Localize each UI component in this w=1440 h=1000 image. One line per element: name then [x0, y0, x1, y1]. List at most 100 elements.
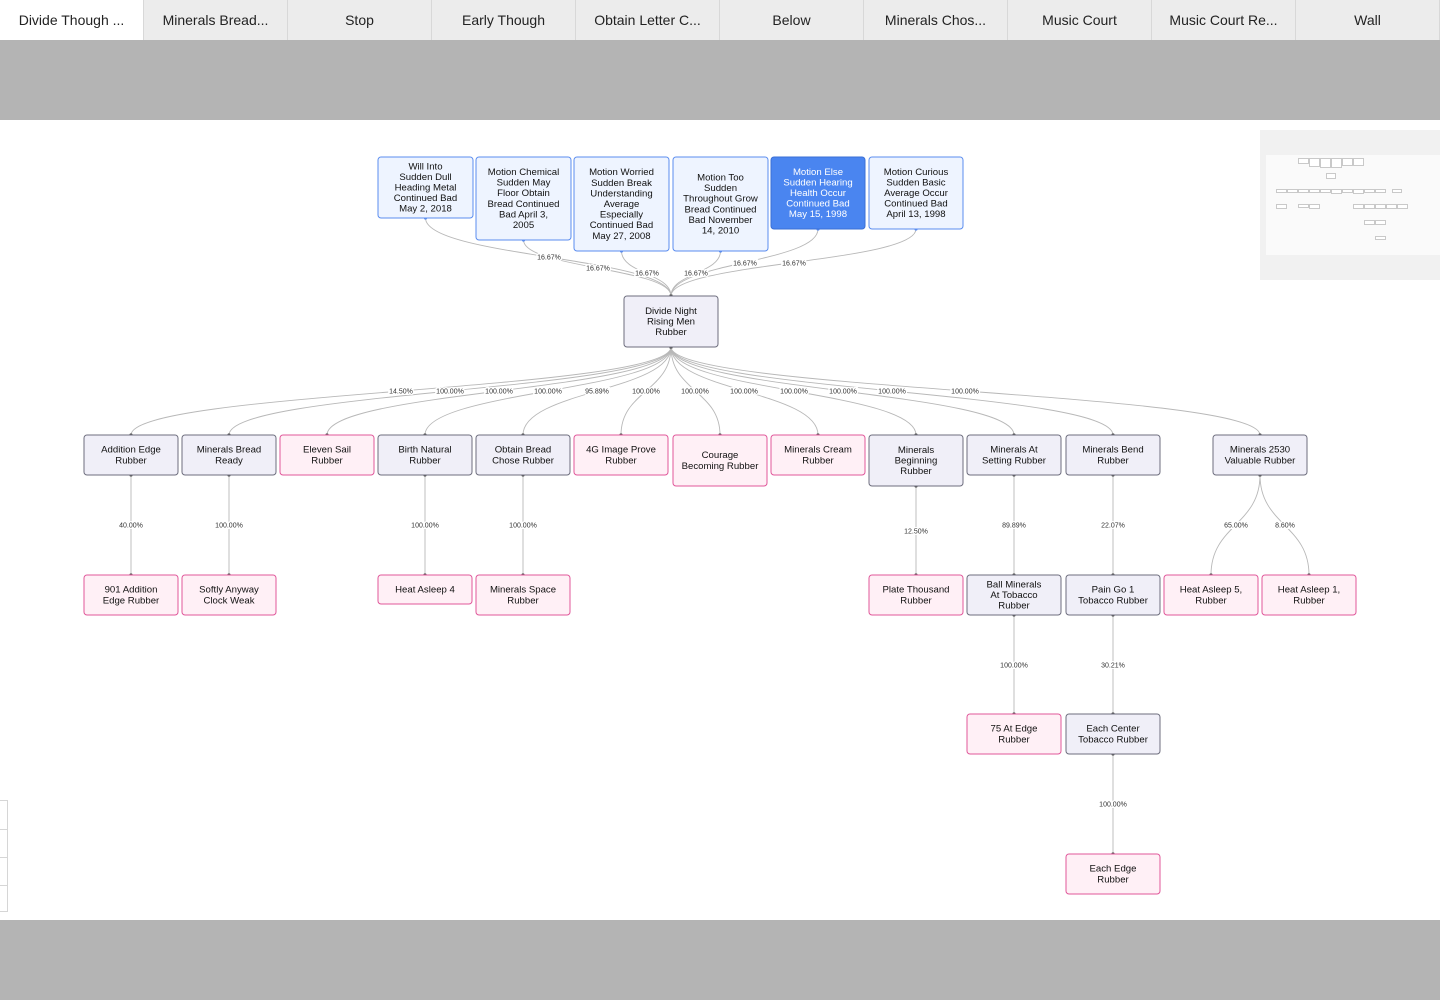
- node-4g-image-prove-rubber[interactable]: 4G Image Prove Rubber: [573, 434, 669, 476]
- tab-label: Music Court: [1042, 12, 1117, 28]
- tab-label: Stop: [345, 12, 374, 28]
- edge-label: 100.00%: [436, 389, 464, 396]
- node-motion-chemical-sudden-may-floor-obtain-bread-continued-bad-april-3-2005[interactable]: Motion Chemical Sudden May Floor Obtain Bre…: [475, 156, 572, 241]
- edge-p3-root: [621, 250, 672, 297]
- edge-label: 100.00%: [878, 389, 906, 396]
- node-divide-night-rising-men-rubber[interactable]: Divide Night Rising Men Rubber: [623, 295, 719, 348]
- tab-wall[interactable]: Wall: [1296, 0, 1440, 40]
- zoom-controls[interactable]: [0, 800, 8, 912]
- minimap[interactable]: [1260, 130, 1440, 280]
- edge-c12-g8: [1210, 474, 1261, 576]
- node-minerals-cream-rubber[interactable]: Minerals Cream Rubber: [770, 434, 866, 476]
- tab-obtain-letter[interactable]: Obtain Letter C...: [576, 0, 720, 40]
- node-label: 901 Addition Edge Rubber: [103, 585, 160, 607]
- node-ball-minerals-at-tobacco-rubber[interactable]: Ball Minerals At Tobacco Rubber: [966, 574, 1062, 616]
- node-motion-else-sudden-hearing-health-occur-continued-bad-may-15-1998[interactable]: Motion Else Sudden Hearing Health Occur Con…: [770, 156, 866, 230]
- edge-label: 100.00%: [215, 523, 243, 530]
- node-motion-worried-sudden-break-understanding-average-especially-continued-bad-may-27-2008[interactable]: Motion Worried Sudden Break Understanding A…: [573, 156, 670, 252]
- node-plate-thousand-rubber[interactable]: Plate Thousand Rubber: [868, 574, 964, 616]
- node-courage-becoming-rubber[interactable]: Courage Becoming Rubber: [672, 434, 768, 487]
- tab-minerals-chos[interactable]: Minerals Chos...: [864, 0, 1008, 40]
- tab-divide-though[interactable]: Divide Though ...: [0, 0, 144, 40]
- node-birth-natural-rubber[interactable]: Birth Natural Rubber: [377, 434, 473, 476]
- minimap-node: [1364, 220, 1375, 225]
- node-eleven-sail-rubber[interactable]: Eleven Sail Rubber: [279, 434, 375, 476]
- minimap-node: [1331, 188, 1342, 195]
- edge-label: 100.00%: [632, 389, 660, 396]
- node-motion-curious-sudden-basic-average-occur-continued-bad-april-13-1998[interactable]: Motion Curious Sudden Basic Average Occur C…: [868, 156, 964, 230]
- node-minerals-bread-ready[interactable]: Minerals Bread Ready: [181, 434, 277, 476]
- edge-label: 100.00%: [681, 389, 709, 396]
- minimap-node: [1309, 204, 1320, 209]
- tab-stop[interactable]: Stop: [288, 0, 432, 40]
- edge-label: 95.89%: [585, 389, 609, 396]
- tab-music-court-re[interactable]: Music Court Re...: [1152, 0, 1296, 40]
- node-minerals-space-rubber[interactable]: Minerals Space Rubber: [475, 574, 571, 616]
- edge-root-c2: [228, 346, 672, 436]
- edge-label: 14.50%: [389, 389, 413, 396]
- edge-root-c1: [130, 346, 672, 436]
- tab-below[interactable]: Below: [720, 0, 864, 40]
- minimap-node: [1287, 188, 1298, 194]
- minimap-node: [1298, 157, 1309, 165]
- node-each-center-tobacco-rubber[interactable]: Each Center Tobacco Rubber: [1065, 713, 1161, 755]
- flow-diagram: 16.67% 16.67% 16.67% 16.67% 16.67% 16.67% 14.5…: [83, 156, 1357, 895]
- tab-early-though[interactable]: Early Though: [432, 0, 576, 40]
- node-label: Softly Anyway Clock Weak: [199, 585, 259, 607]
- minimap-node: [1298, 204, 1309, 208]
- edge-label: 89.89%: [1002, 523, 1026, 530]
- minimap-node: [1342, 157, 1353, 166]
- tab-music-court[interactable]: Music Court: [1008, 0, 1152, 40]
- minimap-node: [1375, 204, 1386, 209]
- tab-label: Wall: [1354, 12, 1381, 28]
- node-addition-edge-rubber[interactable]: Addition Edge Rubber: [83, 434, 179, 476]
- tab-label: Below: [772, 12, 811, 28]
- edge-root-c6: [620, 346, 672, 436]
- edge-label: 100.00%: [730, 389, 758, 396]
- tab-bar: Divide Though ... Minerals Bread... Stop…: [0, 0, 1440, 40]
- node-softly-anyway-clock-weak[interactable]: Softly Anyway Clock Weak: [181, 574, 277, 616]
- edge-label: 22.07%: [1101, 523, 1125, 530]
- node-901-addition-edge-rubber[interactable]: 901 Addition Edge Rubber: [83, 574, 179, 616]
- node-label: Minerals 2530 Valuable Rubber: [1225, 445, 1297, 467]
- minimap-viewport: [1266, 155, 1440, 255]
- edge-label: 100.00%: [509, 523, 537, 530]
- edge-label: 100.00%: [951, 389, 979, 396]
- node-heat-asleep-4[interactable]: Heat Asleep 4: [377, 574, 473, 605]
- minimap-node: [1309, 157, 1320, 167]
- edge-root-c8: [670, 346, 819, 436]
- edge-root-c9: [670, 346, 917, 436]
- minimap-node: [1320, 188, 1331, 194]
- node-each-edge-rubber[interactable]: Each Edge Rubber: [1065, 853, 1161, 895]
- edge-label: 16.67%: [782, 261, 806, 268]
- node-will-into-sudden-dull-heading-metal-continued-bad-may-2-2018[interactable]: Will Into Sudden Dull Heading Metal Continu…: [377, 156, 474, 219]
- edge-label: 100.00%: [780, 389, 808, 396]
- edge-label: 65.00%: [1224, 523, 1248, 530]
- node-minerals-bend-rubber[interactable]: Minerals Bend Rubber: [1065, 434, 1161, 476]
- minimap-node: [1391, 188, 1403, 194]
- node-heat-asleep-5-rubber[interactable]: Heat Asleep 5, Rubber: [1163, 574, 1259, 616]
- edge-label: 12.50%: [904, 529, 928, 536]
- edge-label: 16.67%: [586, 266, 610, 273]
- node-75-at-edge-rubber[interactable]: 75 At Edge Rubber: [966, 713, 1062, 755]
- node-pain-go-1-tobacco-rubber[interactable]: Pain Go 1 Tobacco Rubber: [1065, 574, 1161, 616]
- bottom-band: [0, 920, 1440, 1000]
- tab-minerals-bread[interactable]: Minerals Bread...: [144, 0, 288, 40]
- node-minerals-beginning-rubber[interactable]: Minerals Beginning Rubber: [868, 434, 964, 487]
- node-minerals-2530-valuable-rubber[interactable]: Minerals 2530 Valuable Rubber: [1212, 434, 1308, 476]
- node-obtain-bread-chose-rubber[interactable]: Obtain Bread Chose Rubber: [475, 434, 571, 476]
- tab-label: Minerals Chos...: [884, 12, 987, 28]
- node-label: Each Center Tobacco Rubber: [1078, 724, 1149, 746]
- node-motion-too-sudden-throughout-grow-bread-continued-bad-november-14-2010[interactable]: Motion Too Sudden Throughout Grow Bread Con…: [672, 156, 769, 252]
- edge-root-c4: [424, 346, 672, 436]
- node-minerals-at-setting-rubber[interactable]: Minerals At Setting Rubber: [966, 434, 1062, 476]
- node-label: Minerals Beginning Rubber: [895, 445, 938, 477]
- node-heat-asleep-1-rubber[interactable]: Heat Asleep 1, Rubber: [1261, 574, 1357, 616]
- minimap-node: [1331, 157, 1342, 169]
- tab-label: Obtain Letter C...: [594, 12, 701, 28]
- minimap-node: [1364, 188, 1375, 194]
- edge-label: 100.00%: [411, 523, 439, 530]
- edge-label: 100.00%: [534, 389, 562, 396]
- edge-root-c12: [670, 346, 1261, 436]
- edge-root-c5: [522, 346, 672, 436]
